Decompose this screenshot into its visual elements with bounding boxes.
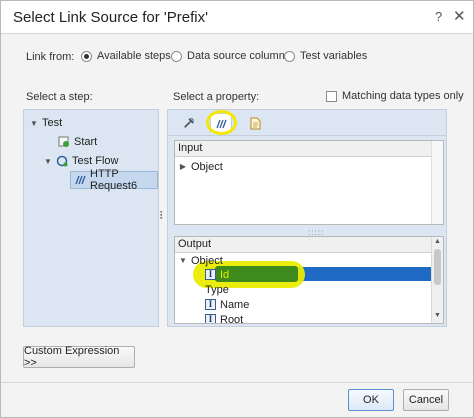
radio-data-source-column[interactable]: Data source column	[171, 50, 285, 62]
close-button[interactable]: ✕	[453, 7, 466, 25]
radio-label: Available steps	[97, 50, 171, 62]
output-row-type[interactable]: Type	[205, 282, 229, 297]
chevron-right-icon[interactable]: ▶	[179, 162, 187, 171]
row-label: Object	[191, 254, 223, 267]
radio-label: Test variables	[300, 50, 368, 62]
output-properties-box: Output ▼ Object I Id Type I Name I Root	[174, 236, 444, 324]
tree-item-label: HTTP Request6	[90, 168, 138, 192]
radio-dot-icon	[284, 50, 295, 62]
document-icon	[249, 117, 261, 129]
ok-button[interactable]: OK	[348, 389, 394, 411]
dialog-title: Select Link Source for 'Prefix'	[13, 9, 208, 26]
help-button[interactable]: ?	[435, 9, 442, 24]
cancel-button[interactable]: Cancel	[403, 389, 449, 411]
tools-icon	[183, 117, 195, 129]
property-panel: Input ▶ Object ::::: Output ▼ Object I I…	[167, 109, 447, 327]
output-row-object[interactable]: ▼ Object	[179, 253, 223, 268]
chevron-down-icon[interactable]: ▼	[44, 157, 52, 166]
input-scrollbar[interactable]	[431, 141, 443, 224]
select-property-label: Select a property:	[173, 91, 260, 103]
tree-item-label: Start	[74, 136, 98, 148]
radio-label: Data source column	[187, 50, 285, 62]
scroll-down-icon[interactable]: ▼	[434, 312, 441, 319]
radio-dot-icon	[81, 50, 92, 62]
chevron-down-icon[interactable]: ▼	[179, 256, 187, 265]
output-header: Output	[175, 237, 443, 253]
start-step-icon	[58, 136, 70, 148]
document-tab[interactable]	[244, 113, 266, 133]
tools-tab[interactable]	[178, 113, 200, 133]
link-from-label: Link from:	[26, 51, 75, 63]
flow-icon	[56, 155, 68, 167]
row-label: Name	[220, 298, 250, 311]
select-link-source-dialog: Select Link Source for 'Prefix' ? ✕ Link…	[0, 0, 474, 418]
footer-divider	[1, 382, 473, 383]
field-type-icon: I	[205, 269, 216, 280]
select-step-label: Select a step:	[26, 91, 93, 103]
output-row-root[interactable]: I Root	[205, 312, 244, 324]
row-label: Object	[191, 160, 223, 173]
output-scrollbar[interactable]: ▲ ▼	[431, 237, 443, 323]
title-bar: Select Link Source for 'Prefix' ? ✕	[1, 1, 473, 34]
chevron-down-icon[interactable]: ▼	[30, 119, 38, 128]
custom-expression-button[interactable]: Custom Expression >>	[23, 345, 135, 369]
matching-label: Matching data types only	[342, 90, 464, 102]
output-row-name[interactable]: I Name	[205, 297, 249, 312]
output-row-id[interactable]: I Id	[205, 267, 229, 282]
tree-item-label: Test	[42, 117, 63, 129]
input-header: Input	[175, 141, 443, 157]
row-label: Id	[220, 268, 230, 281]
tree-item-label: Test Flow	[72, 155, 119, 167]
tree-item-start[interactable]: Start	[58, 134, 97, 150]
radio-test-variables[interactable]: Test variables	[284, 50, 367, 62]
tree-item-http-request6[interactable]: HTTP Request6	[70, 168, 158, 192]
tree-item-test[interactable]: ▼ Test	[30, 115, 62, 131]
row-label: Root	[220, 313, 244, 324]
panel-splitter-handle[interactable]: ▪ ▪ ▪	[160, 209, 162, 222]
scroll-thumb[interactable]	[434, 249, 441, 285]
field-type-icon: I	[205, 314, 216, 323]
step-tree: ▼ Test Start ▼ Test Flow HTTP Request6	[23, 109, 159, 327]
input-row-object[interactable]: ▶ Object	[179, 159, 223, 174]
scroll-up-icon[interactable]: ▲	[434, 238, 441, 245]
yellow-annotation-circle	[206, 110, 237, 135]
input-properties-box: Input ▶ Object	[174, 140, 444, 225]
checkbox-icon	[326, 90, 337, 102]
property-tabbar	[168, 110, 446, 136]
tree-item-test-flow[interactable]: ▼ Test Flow	[44, 153, 118, 169]
field-type-icon: I	[205, 299, 216, 310]
radio-dot-icon	[171, 50, 182, 62]
radio-available-steps[interactable]: Available steps	[81, 50, 171, 62]
http-request-icon	[74, 174, 86, 186]
matching-data-types-checkbox[interactable]: Matching data types only	[326, 90, 464, 102]
row-label: Type	[205, 283, 229, 296]
